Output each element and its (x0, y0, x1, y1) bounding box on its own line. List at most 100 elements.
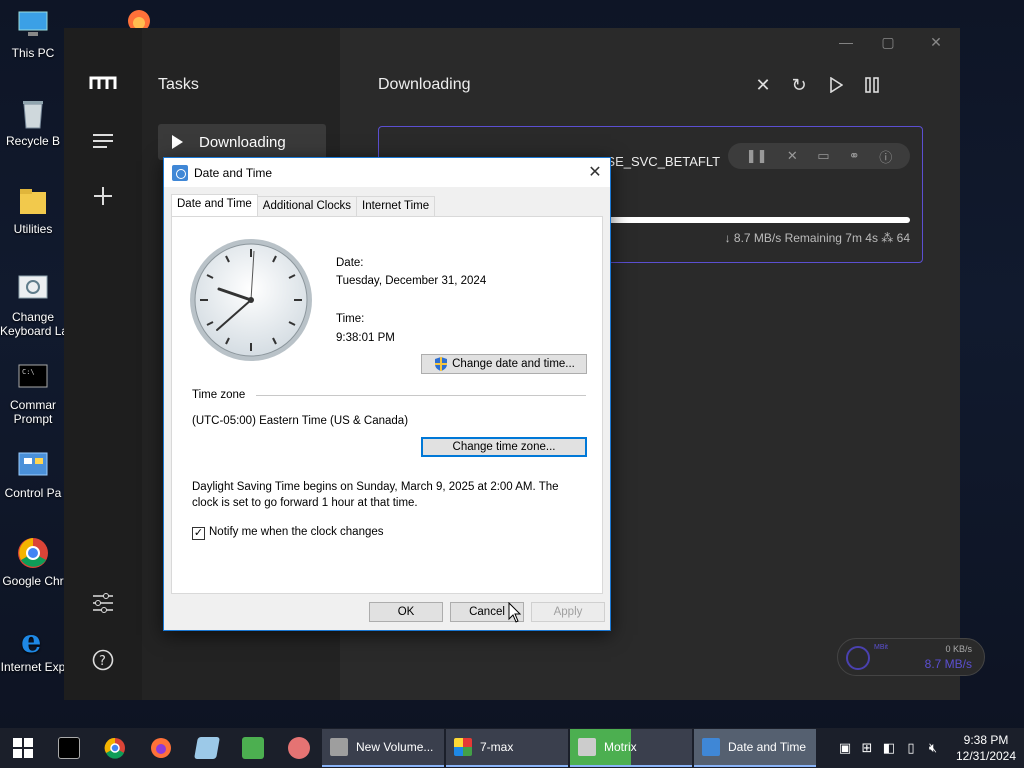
taskbar-firefox-icon[interactable] (138, 728, 184, 768)
desktop-icon-keyboard-layout[interactable]: Change Keyboard La (0, 272, 66, 338)
windows-logo-icon (13, 738, 33, 758)
internet-explorer-icon: e (16, 622, 50, 660)
settings-sliders-icon[interactable] (88, 588, 118, 618)
minimize-button[interactable]: — (834, 32, 858, 52)
volume-muted-icon[interactable]: 🔇︎ (922, 728, 944, 768)
firefox-desktop-icon[interactable] (124, 6, 154, 32)
nav-item-label: Downloading (199, 133, 286, 151)
desktop-icon-recycle-bin[interactable]: Recycle B (0, 96, 66, 148)
desktop-icon-label: Google Chr (2, 574, 64, 588)
delete-icon[interactable]: ✕ (787, 148, 798, 164)
taskbar-terminal-icon[interactable] (46, 728, 92, 768)
menu-icon[interactable] (88, 126, 118, 156)
clock-app-icon (172, 164, 188, 181)
control-panel-icon (16, 448, 50, 482)
tab-date-and-time[interactable]: Date and Time (171, 194, 258, 216)
delete-all-icon[interactable]: ✕ (750, 72, 776, 98)
usb-icon[interactable]: ▯ (900, 728, 922, 768)
dialog-tabs: Date and Time Additional Clocks Internet… (171, 194, 436, 216)
resume-all-icon[interactable] (823, 72, 849, 98)
tab-additional-clocks[interactable]: Additional Clocks (256, 196, 358, 216)
terminal-icon: C:\ (16, 360, 50, 394)
change-time-zone-button[interactable]: Change time zone... (421, 437, 587, 457)
svg-text:e: e (21, 622, 41, 656)
computer-icon (16, 8, 50, 42)
motrix-logo-icon (88, 68, 118, 98)
taskbar-notepad-icon[interactable] (184, 728, 230, 768)
time-label: Time: (336, 313, 365, 325)
network-icon[interactable]: ⊞ (856, 728, 878, 768)
refresh-icon[interactable]: ↻ (786, 72, 812, 98)
taskbar-clock[interactable]: 9:38 PM 12/31/2024 (948, 732, 1024, 764)
speedometer: MBit 0 KB/s 8.7 MB/s (837, 638, 985, 676)
pause-all-icon[interactable] (859, 72, 885, 98)
taskbar-task-label: Date and Time (728, 740, 807, 754)
drive-icon (330, 738, 348, 756)
desktop-icon-utilities[interactable]: Utilities (0, 184, 66, 236)
taskbar-chrome-icon[interactable] (92, 728, 138, 768)
folder-icon[interactable]: ▭ (817, 148, 829, 164)
mouse-cursor-icon (508, 601, 522, 629)
upload-speed: 0 KB/s (945, 644, 972, 654)
uac-shield-icon (435, 357, 448, 371)
desktop-icon-label: Change (11, 310, 55, 324)
taskbar-task-motrix[interactable]: Motrix (570, 729, 692, 767)
help-icon[interactable]: ? (88, 645, 118, 675)
change-date-time-label: Change date and time... (452, 358, 575, 370)
desktop-icon-command-prompt[interactable]: C:\ Commar Prompt (0, 360, 66, 426)
timezone-divider (256, 395, 586, 396)
desktop-icon-internet-explorer[interactable]: e Internet Exp (0, 622, 66, 674)
time-value: 9:38:01 PM (336, 332, 395, 344)
svg-text:?: ? (99, 654, 106, 669)
apply-button[interactable]: Apply (531, 602, 605, 622)
desktop-icon-label-line2: Prompt (13, 412, 53, 426)
taskbar-task-7-max[interactable]: 7-max (446, 729, 568, 767)
task-actions: ❚❚ ✕ ▭ ⚭ ⓘ (728, 143, 910, 169)
download-speed: 8.7 MB/s (924, 657, 972, 671)
7-max-icon (454, 738, 472, 756)
nav-item-downloading[interactable]: Downloading (158, 124, 326, 160)
dialog-close-button[interactable]: ✕ (580, 158, 610, 187)
start-button[interactable] (0, 728, 46, 768)
taskbar-task-label: 7-max (480, 740, 514, 754)
info-icon[interactable]: ⓘ (879, 147, 892, 166)
taskbar-task-label: Motrix (604, 740, 637, 754)
speedometer-unit-label: MBit (874, 644, 888, 651)
color-app-icon[interactable]: ◧ (878, 728, 900, 768)
clock-app-icon (702, 738, 720, 756)
desktop-icon-control-panel[interactable]: Control Pa (0, 448, 66, 500)
task-stats: ↓ 8.7 MB/s Remaining 7m 4s ⁂ 64 (724, 231, 910, 245)
page-title: Downloading (378, 76, 471, 93)
taskbar: New Volume... 7-max Motrix Date and Time… (0, 728, 1024, 768)
desktop-icon-google-chrome[interactable]: Google Chr (0, 536, 66, 588)
tray-app-icon[interactable]: ▣ (834, 728, 856, 768)
recycle-bin-icon (16, 96, 50, 130)
desktop-icon-this-pc[interactable]: This PC (0, 8, 66, 60)
add-task-icon[interactable] (88, 181, 118, 211)
ok-button[interactable]: OK (369, 602, 443, 622)
tab-internet-time[interactable]: Internet Time (356, 196, 436, 216)
keyboard-settings-icon (16, 272, 50, 306)
maximize-button[interactable]: ▢ (876, 32, 900, 52)
taskbar-time: 9:38 PM (963, 733, 1009, 747)
desktop-icon-label: Commar (9, 398, 56, 412)
desktop-icon-label: This PC (11, 46, 55, 60)
timezone-heading: Time zone (192, 389, 246, 401)
desktop-icon-label: Control Pa (4, 486, 62, 500)
taskbar-task-new-volume[interactable]: New Volume... (322, 729, 444, 767)
notify-checkbox[interactable]: ✓ (192, 527, 205, 540)
date-label: Date: (336, 257, 364, 269)
change-date-time-button[interactable]: Change date and time... (421, 354, 587, 374)
close-button[interactable]: ✕ (924, 32, 948, 52)
notify-label[interactable]: Notify me when the clock changes (209, 526, 384, 538)
dialog-titlebar: Date and Time (164, 158, 610, 187)
tasks-title: Tasks (158, 76, 199, 93)
link-icon[interactable]: ⚭ (849, 148, 860, 164)
change-time-zone-label: Change time zone... (452, 441, 556, 453)
play-icon (172, 135, 183, 149)
speedometer-gauge-icon (846, 646, 870, 670)
taskbar-spreadsheet-icon[interactable] (230, 728, 276, 768)
taskbar-paint-icon[interactable] (276, 728, 322, 768)
pause-icon[interactable]: ❚❚ (746, 148, 768, 164)
taskbar-task-date-and-time[interactable]: Date and Time (694, 729, 816, 767)
